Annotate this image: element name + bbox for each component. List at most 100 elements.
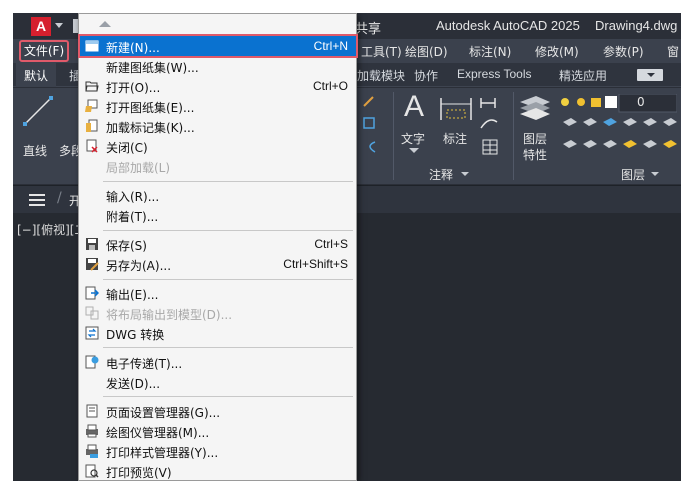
text-dropdown-icon[interactable] (409, 148, 419, 154)
menu-separator (103, 230, 353, 231)
modify-tools-icons[interactable] (361, 94, 379, 164)
layer-properties-label1[interactable]: 图层 (523, 130, 547, 147)
menu-draw[interactable]: 绘图(D) (405, 43, 448, 60)
menu-window[interactable]: 窗 (667, 43, 679, 60)
tab-collaborate[interactable]: 协作 (414, 67, 438, 84)
menu-item-plotter-manager[interactable]: 绘图仪管理器(M)... (80, 421, 356, 441)
menu-dimension[interactable]: 标注(N) (469, 43, 511, 60)
menu-item-new-sheetset[interactable]: 新建图纸集(W)... (80, 56, 356, 76)
autocad-logo[interactable]: A (31, 17, 51, 36)
menu-item-label: 页面设置管理器(G)... (106, 406, 221, 420)
menu-item-label: 新建图纸集(W)... (106, 61, 199, 75)
menu-item-label: 局部加载(L) (106, 161, 171, 175)
menu-item-label: 加载标记集(K)... (106, 121, 195, 135)
plot-style-icon (86, 444, 98, 458)
menu-item-label: 输入(R)... (106, 190, 160, 204)
menu-item-label: 发送(D)... (106, 377, 161, 391)
menu-item-save-as[interactable]: 另存为(A)... Ctrl+Shift+S (80, 254, 356, 274)
menu-item-label: 保存(S) (106, 239, 147, 253)
menu-item-import[interactable]: 输入(R)... (80, 185, 356, 205)
dwg-convert-icon (85, 326, 99, 340)
menu-item-plot-style-manager[interactable]: 打印样式管理器(Y)... (80, 441, 356, 461)
menu-item-label: 将布局输出到模型(D)... (106, 308, 233, 322)
menu-item-shortcut: Ctrl+Shift+S (283, 257, 348, 271)
layer-properties-label2[interactable]: 特性 (523, 146, 547, 163)
menu-item-page-setup[interactable]: 页面设置管理器(G)... (80, 401, 356, 421)
text-tool-label[interactable]: 文字 (401, 130, 425, 147)
layer-properties-icon[interactable] (518, 94, 552, 124)
menu-item-label: 新建(N)... (106, 41, 160, 55)
layout-export-icon (85, 306, 99, 320)
open-sheetset-icon (85, 99, 98, 112)
ribbon-minimize-icon[interactable] (637, 69, 663, 81)
hamburger-menu-icon[interactable] (29, 194, 45, 206)
menu-item-export[interactable]: 输出(E)... (80, 283, 356, 303)
autocad-window: A 共享 Autodesk AutoCAD 2025 Drawing4.dwg … (13, 13, 681, 481)
menu-item-print-preview[interactable]: 打印预览(V) (80, 461, 356, 481)
text-tool-icon[interactable]: A (401, 92, 427, 122)
tab-default[interactable]: 默认 (16, 63, 57, 87)
menu-item-open[interactable]: 打开(O)... Ctrl+O (80, 76, 356, 96)
viewport-controls[interactable]: [−][俯视][二 (17, 221, 86, 238)
markup-icon (86, 119, 98, 132)
menu-tools[interactable]: 工具(T) (361, 43, 402, 60)
menu-item-load-markup[interactable]: 加载标记集(K)... (80, 116, 356, 136)
menu-item-close[interactable]: 关闭(C) (80, 136, 356, 156)
share-button[interactable]: 共享 (355, 18, 381, 37)
menu-item-label: 关闭(C) (106, 141, 148, 155)
menu-item-label: 另存为(A)... (106, 259, 172, 273)
tab-addins[interactable]: 加载模块 (357, 67, 405, 84)
menu-separator (103, 279, 353, 280)
layer-current-value[interactable]: 0 (637, 95, 645, 109)
menu-item-label: 附着(T)... (106, 210, 159, 224)
dimension-tool-label[interactable]: 标注 (443, 130, 467, 147)
menu-item-dwg-convert[interactable]: DWG 转换 (80, 323, 356, 343)
menu-item-send[interactable]: 发送(D)... (80, 372, 356, 392)
close-doc-icon (86, 139, 98, 153)
menu-item-export-layout: 将布局输出到模型(D)... (80, 303, 356, 323)
dimension-tool-icon[interactable] (439, 94, 473, 124)
menu-item-save[interactable]: 保存(S) Ctrl+S (80, 234, 356, 254)
export-icon (85, 286, 99, 300)
tab-featured-apps[interactable]: 精选应用 (559, 67, 607, 84)
annotation-small-tools-icons[interactable] (479, 94, 509, 164)
etransmit-icon (85, 355, 99, 369)
save-icon (86, 238, 98, 250)
menu-item-label: 打印预览(V) (106, 466, 172, 480)
menu-separator (103, 347, 353, 348)
menu-separator (103, 181, 353, 182)
menu-item-label: 打开图纸集(E)... (106, 101, 195, 115)
open-folder-icon (85, 81, 99, 92)
layer-group-label[interactable]: 图层 (621, 166, 645, 184)
menu-item-partial-load: 局部加载(L) (80, 156, 356, 176)
menu-item-label: 电子传递(T)... (106, 357, 183, 371)
menu-item-label: 输出(E)... (106, 288, 159, 302)
menu-item-label: 打印样式管理器(Y)... (106, 446, 219, 460)
menu-separator (103, 396, 353, 397)
menu-parametric[interactable]: 参数(P) (603, 43, 644, 60)
print-preview-icon (85, 464, 99, 478)
menu-item-open-sheetset[interactable]: 打开图纸集(E)... (80, 96, 356, 116)
annotation-expand-icon[interactable] (461, 172, 469, 177)
layer-expand-icon[interactable] (651, 172, 659, 177)
menu-item-etransmit[interactable]: 电子传递(T)... (80, 352, 356, 372)
menu-item-shortcut: Ctrl+O (312, 79, 348, 93)
menu-item-label: 打开(O)... (106, 81, 161, 95)
annotation-group-label[interactable]: 注释 (429, 166, 453, 184)
app-menu-arrow-icon[interactable] (55, 23, 63, 28)
menu-item-shortcut: Ctrl+N (313, 39, 348, 53)
menu-modify[interactable]: 修改(M) (535, 43, 579, 60)
ribbon-separator (393, 92, 394, 180)
tab-express-tools[interactable]: Express Tools (457, 67, 531, 81)
file-menu[interactable]: 文件(F) (19, 40, 69, 62)
scroll-up-arrow-icon[interactable] (99, 21, 111, 27)
menu-item-attach[interactable]: 附着(T)... (80, 205, 356, 225)
file-dropdown-menu: 新建(N)... Ctrl+N 新建图纸集(W)... 打开(O)... Ctr… (78, 13, 358, 481)
layer-tools-icons[interactable] (559, 94, 677, 164)
tab-divider: / (57, 190, 62, 206)
menu-item-new[interactable]: 新建(N)... Ctrl+N (78, 34, 358, 58)
line-tool-label[interactable]: 直线 (23, 142, 47, 159)
document-title: Drawing4.dwg (595, 18, 678, 33)
ribbon-separator (513, 92, 514, 180)
line-tool-icon[interactable] (21, 94, 55, 128)
